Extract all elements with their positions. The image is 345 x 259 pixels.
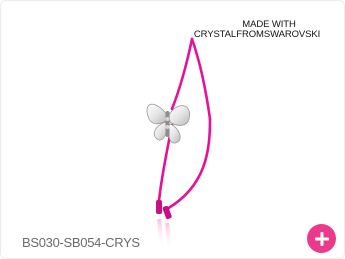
- plus-icon: [314, 231, 329, 246]
- product-card[interactable]: MADE WITH CRYSTAL FROMSWAROVSKI BS030-SB…: [0, 0, 345, 259]
- swarovski-badge: MADE WITH CRYSTAL FROMSWAROVSKI: [167, 20, 344, 40]
- badge-line-2: CRYSTAL FROMSWAROVSKI: [193, 29, 321, 40]
- add-to-cart-button[interactable]: [307, 224, 336, 253]
- product-sku: BS030-SB054-CRYS: [22, 235, 140, 250]
